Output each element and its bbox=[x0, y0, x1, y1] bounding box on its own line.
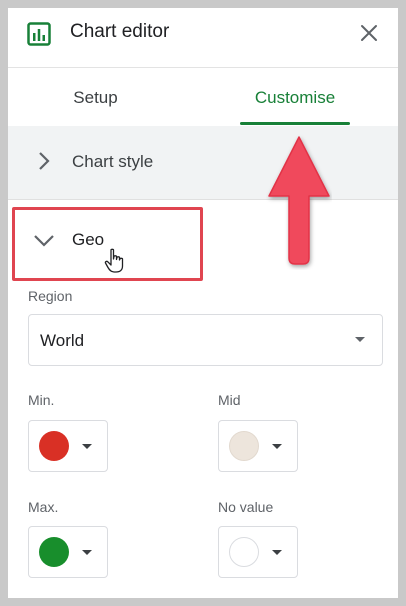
caret-down-icon bbox=[272, 550, 282, 555]
mid-color-picker[interactable] bbox=[218, 420, 298, 472]
section-label-chart-style: Chart style bbox=[72, 152, 154, 171]
no-value-color-label: No value bbox=[218, 499, 274, 515]
chart-editor-title: Chart editor bbox=[70, 21, 170, 42]
bar-chart-icon bbox=[27, 22, 51, 46]
min-color-label: Min. bbox=[28, 392, 55, 408]
tab-setup[interactable]: Setup bbox=[8, 68, 183, 126]
region-select[interactable]: World bbox=[28, 314, 383, 366]
close-icon[interactable] bbox=[360, 24, 378, 42]
tab-customise[interactable]: Customise bbox=[240, 68, 350, 126]
active-tab-indicator bbox=[240, 122, 350, 125]
caret-down-icon bbox=[355, 337, 365, 342]
max-color-swatch bbox=[39, 537, 69, 567]
max-color-label: Max. bbox=[28, 499, 59, 515]
no-value-color-picker[interactable] bbox=[218, 526, 298, 578]
caret-down-icon bbox=[82, 550, 92, 555]
caret-down-icon bbox=[272, 444, 282, 449]
chevron-right-icon bbox=[39, 152, 50, 170]
no-value-color-swatch bbox=[229, 537, 259, 567]
geo-highlight-box bbox=[12, 207, 203, 281]
chart-editor-panel: Chart editor Setup Customise Chart style… bbox=[8, 8, 398, 598]
mid-color-swatch bbox=[229, 431, 259, 461]
region-selected-value: World bbox=[40, 331, 85, 350]
section-chart-style[interactable]: Chart style bbox=[8, 126, 398, 200]
region-label: Region bbox=[28, 288, 73, 304]
mid-color-label: Mid bbox=[218, 392, 241, 408]
editor-tabs: Setup Customise bbox=[8, 68, 398, 126]
max-color-picker[interactable] bbox=[28, 526, 108, 578]
chart-editor-header: Chart editor bbox=[8, 8, 398, 68]
min-color-swatch bbox=[39, 431, 69, 461]
min-color-picker[interactable] bbox=[28, 420, 108, 472]
caret-down-icon bbox=[82, 444, 92, 449]
red-arrow-annotation-icon bbox=[268, 136, 330, 265]
